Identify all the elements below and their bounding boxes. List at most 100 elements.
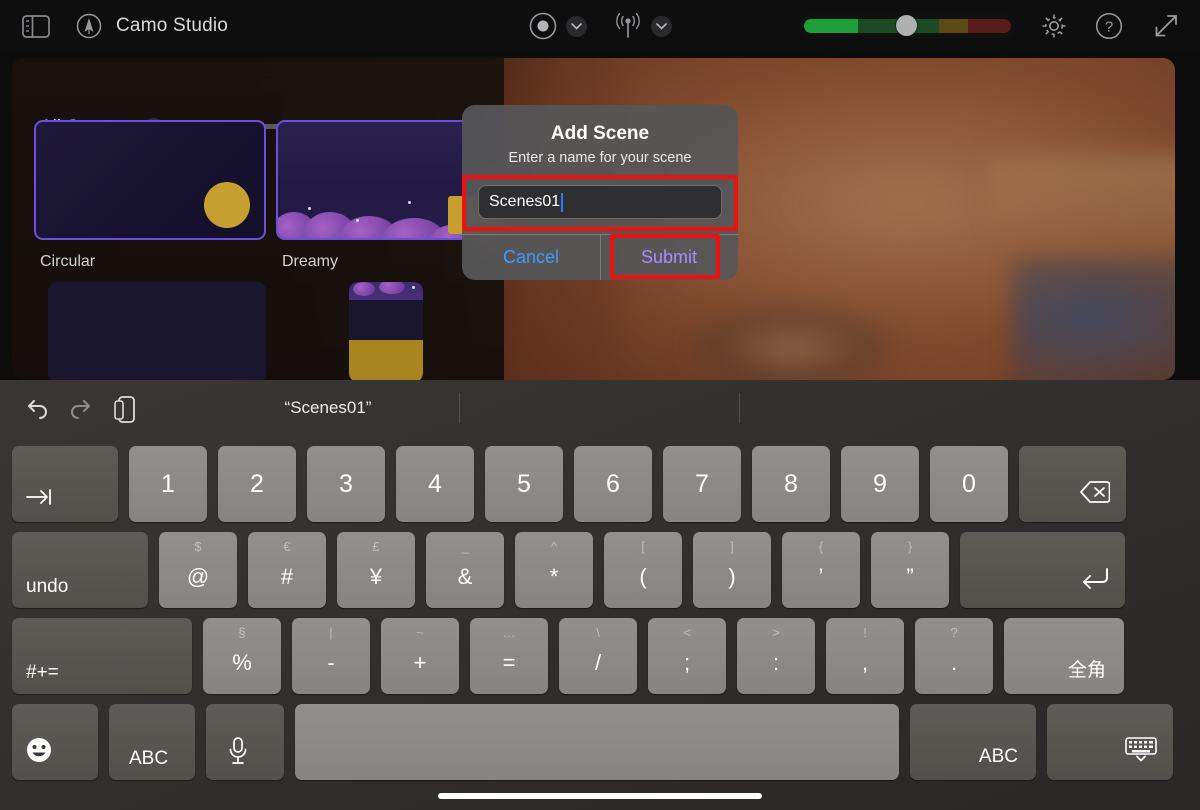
redo-icon[interactable]: [68, 394, 96, 422]
broadcast-icon[interactable]: [613, 12, 643, 40]
cancel-button[interactable]: Cancel: [462, 235, 600, 280]
key-5[interactable]: 5: [485, 446, 563, 522]
scene-dreamy-star: [308, 207, 311, 210]
key-secondary-label: ?: [950, 625, 958, 640]
scene-4-cloud: [353, 282, 375, 296]
abc-key-left[interactable]: ABC: [109, 704, 195, 780]
key-secondary-label: \: [596, 625, 600, 640]
scene-dreamy-star: [356, 219, 359, 222]
key-paren-open[interactable]: [ (: [604, 532, 682, 608]
space-key[interactable]: [295, 704, 899, 780]
app-toolbar: Camo Studio ?: [0, 0, 1200, 52]
key-primary-label: /: [594, 650, 602, 675]
scenes-panel: All Scenes Circular: [12, 58, 504, 380]
fullwidth-key-label: 全角: [1067, 660, 1106, 681]
key-asterisk[interactable]: ^ *: [515, 532, 593, 608]
key-slash[interactable]: \ /: [559, 618, 637, 694]
key-secondary-label: §: [238, 625, 246, 640]
return-key[interactable]: [960, 532, 1125, 608]
undo-icon[interactable]: [22, 394, 50, 422]
key-at[interactable]: $ @: [159, 532, 237, 608]
dictation-key[interactable]: [206, 704, 284, 780]
key-period[interactable]: ? .: [915, 618, 993, 694]
key-primary-label: .: [950, 650, 958, 675]
key-0[interactable]: 0: [930, 446, 1008, 522]
key-equals[interactable]: … =: [470, 618, 548, 694]
key-9[interactable]: 9: [841, 446, 919, 522]
emoji-key[interactable]: [12, 704, 98, 780]
key-minus[interactable]: | -: [292, 618, 370, 694]
key-7[interactable]: 7: [663, 446, 741, 522]
key-primary-label: @: [186, 564, 210, 589]
alt-symbols-key[interactable]: #+=: [12, 618, 192, 694]
app-title: Camo Studio: [116, 15, 229, 36]
key-primary-label: %: [232, 650, 252, 675]
audio-level-knob[interactable]: [896, 15, 917, 36]
broadcast-options-chevron-down-icon[interactable]: [651, 16, 672, 37]
key-yen[interactable]: £ ¥: [337, 532, 415, 608]
key-ampersand[interactable]: _ &: [426, 532, 504, 608]
fullwidth-key[interactable]: 全角: [1004, 618, 1124, 694]
sidebar-toggle-icon[interactable]: [22, 14, 50, 38]
paste-icon[interactable]: [113, 394, 139, 424]
help-icon[interactable]: ?: [1095, 12, 1123, 40]
key-quote[interactable]: } ”: [871, 532, 949, 608]
scene-thumbnail-circular[interactable]: [34, 120, 266, 240]
scene-circular-shape: [204, 182, 250, 228]
key-2[interactable]: 2: [218, 446, 296, 522]
key-hash[interactable]: € #: [248, 532, 326, 608]
key-4[interactable]: 4: [396, 446, 474, 522]
tab-key[interactable]: [12, 446, 118, 522]
key-apostrophe[interactable]: { ’: [782, 532, 860, 608]
home-indicator[interactable]: [438, 793, 762, 799]
key-secondary-label: ]: [730, 539, 734, 554]
hide-keyboard-icon: [1125, 737, 1157, 768]
key-1[interactable]: 1: [129, 446, 207, 522]
scene-thumbnail-4[interactable]: [349, 282, 423, 380]
key-secondary-label: }: [907, 539, 913, 554]
key-6[interactable]: 6: [574, 446, 652, 522]
onscreen-keyboard: “Scenes01” 1 2 3 4 5 6 7 8 9 0 undo $ @ …: [0, 380, 1200, 810]
abc-key-right[interactable]: ABC: [910, 704, 1036, 780]
dismiss-keyboard-key[interactable]: [1047, 704, 1173, 780]
key-primary-label: -: [327, 650, 335, 675]
key-comma[interactable]: ! ,: [826, 618, 904, 694]
key-primary-label: +: [413, 650, 427, 675]
expand-icon[interactable]: [1152, 12, 1180, 40]
key-secondary-label: ^: [550, 539, 558, 554]
key-paren-close[interactable]: ] ): [693, 532, 771, 608]
key-8[interactable]: 8: [752, 446, 830, 522]
record-options-chevron-down-icon[interactable]: [566, 16, 587, 37]
alt-symbols-key-label: #+=: [26, 662, 59, 683]
key-secondary-label: {: [818, 539, 824, 554]
key-primary-label: ,: [861, 650, 869, 675]
screen: All Scenes Circular: [0, 0, 1200, 810]
key-3[interactable]: 3: [307, 446, 385, 522]
key-secondary-label: >: [772, 625, 780, 640]
microphone-icon: [228, 737, 248, 770]
svg-text:?: ?: [1105, 19, 1113, 36]
tab-arrow-icon: [26, 489, 52, 510]
audio-level-slider[interactable]: [800, 12, 1015, 39]
key-percent[interactable]: § %: [203, 618, 281, 694]
keyboard-row-bottom: ABC ABC: [0, 704, 1200, 780]
key-primary-label: ): [728, 564, 736, 589]
gear-icon[interactable]: [1040, 12, 1068, 40]
key-colon[interactable]: > :: [737, 618, 815, 694]
scene-thumbnail-3[interactable]: [48, 282, 266, 380]
key-primary-label: &: [457, 564, 473, 589]
predictive-suggestion[interactable]: “Scenes01”: [198, 380, 458, 436]
scene-4-rect: [349, 340, 423, 380]
key-semicolon[interactable]: < ;: [648, 618, 726, 694]
undo-key[interactable]: undo: [12, 532, 148, 608]
key-primary-label: ’: [818, 564, 824, 589]
key-secondary-label: £: [372, 539, 380, 554]
key-plus[interactable]: ~ +: [381, 618, 459, 694]
key-secondary-label: [: [641, 539, 645, 554]
camo-logo-icon[interactable]: [76, 13, 102, 39]
record-icon[interactable]: [529, 12, 557, 40]
key-secondary-label: …: [502, 625, 516, 640]
backspace-key[interactable]: [1019, 446, 1126, 522]
key-primary-label: #: [280, 564, 294, 589]
predictive-divider: [739, 393, 740, 423]
